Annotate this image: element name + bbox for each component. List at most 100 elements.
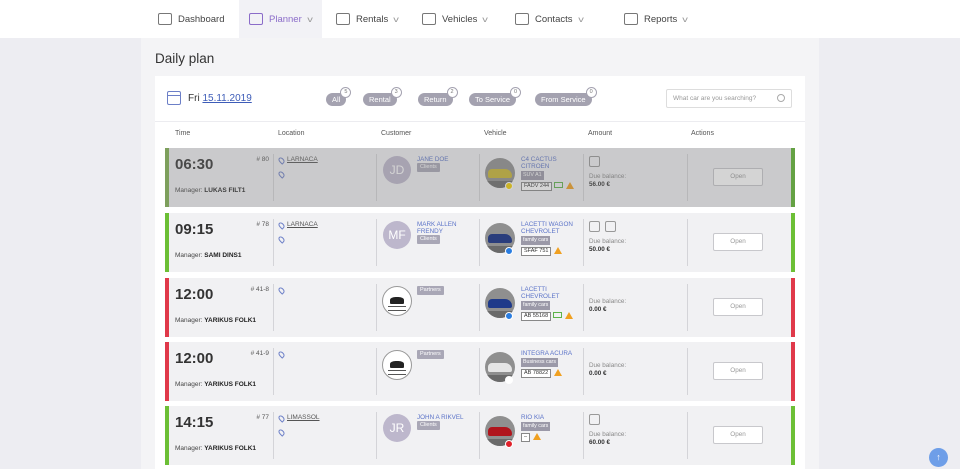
chevron-down-icon: v <box>682 14 689 24</box>
divider <box>687 348 688 395</box>
vehicle-info[interactable]: RIO KIA family cars – <box>521 414 579 442</box>
vehicle-plate-line: AB 78822 <box>521 367 579 378</box>
chevron-down-icon: v <box>393 14 400 24</box>
vehicle-info[interactable]: LACETTI WAGON CHEVROLET family cars SFAF 7… <box>521 221 579 256</box>
location-link[interactable]: LARNACA <box>287 221 318 228</box>
filter-rental[interactable]: Rental 3 <box>363 87 402 106</box>
customer-avatar: MF <box>383 221 411 249</box>
customer-info[interactable]: JOHN A RIKVEL Clients <box>417 414 477 430</box>
payment-icon <box>589 414 600 425</box>
manager-name: YARIKUS FOLK1 <box>204 381 257 388</box>
filter-label: From Service <box>541 95 586 104</box>
row-number: # 80 <box>256 156 269 163</box>
plan-row[interactable]: 06:30 # 80 Manager: LUKAS FILT1 LARNACA JD JA… <box>165 148 795 207</box>
chevron-down-icon: v <box>306 14 313 24</box>
car-body <box>488 299 512 308</box>
fuel-status-dot <box>505 440 513 448</box>
customer-info[interactable]: Partners <box>417 286 477 295</box>
due-balance: Due balance: 50.00 € <box>589 238 626 254</box>
nav-vehicles[interactable]: Vehicles v <box>412 0 497 38</box>
filter-all[interactable]: All 5 <box>326 87 352 106</box>
nav-rentals[interactable]: Rentals v <box>326 0 408 38</box>
vehicle-name[interactable]: C4 CACTUS CITROEN <box>521 156 579 170</box>
plan-row[interactable]: 12:00 # 41-8 Manager: YARIKUS FOLK1 Partner… <box>165 278 795 337</box>
vehicle-name[interactable]: INTEGRA ACURA <box>521 350 579 357</box>
column-header-vehicle: Vehicle <box>484 130 507 137</box>
plan-row[interactable]: 12:00 # 41-9 Manager: YARIKUS FOLK1 Partner… <box>165 342 795 401</box>
vehicle-info[interactable]: INTEGRA ACURA Business cars AB 78822 <box>521 350 579 378</box>
customer-name[interactable]: JOHN A RIKVEL <box>417 414 477 421</box>
condition-icon <box>554 182 564 189</box>
location-pin-icon <box>277 221 286 230</box>
customer-info[interactable]: MARK ALLEN FRENDY Clients <box>417 221 477 244</box>
date-label: Fri 15.11.2019 <box>188 93 252 104</box>
divider <box>479 284 480 331</box>
row-number: # 41-8 <box>250 286 269 293</box>
divider <box>376 412 377 459</box>
page-title: Daily plan <box>155 51 215 66</box>
column-header-customer: Customer <box>381 130 412 137</box>
divider <box>583 154 584 201</box>
manager-name: YARIKUS FOLK1 <box>204 317 257 324</box>
filter-count-badge: 3 <box>390 87 402 98</box>
open-button[interactable]: Open <box>713 362 763 380</box>
manager-name: SAMI DINS1 <box>204 252 242 259</box>
divider <box>687 219 688 266</box>
filter-count-badge: 0 <box>510 87 522 98</box>
vehicle-plate-line: – <box>521 431 579 442</box>
customer-type-badge: Clients <box>417 235 440 244</box>
status-bar-left <box>165 148 169 207</box>
car-icon <box>422 13 436 25</box>
divider <box>583 412 584 459</box>
filter-count-badge: 5 <box>340 87 352 98</box>
filter-bar: Fri 15.11.2019 All 5 Rental 3 Return 2 To Serv… <box>155 76 805 122</box>
vehicle-plate-line: FADV 244 <box>521 180 579 191</box>
customer-info[interactable]: Partners <box>417 350 477 359</box>
vehicle-name[interactable]: LACETTI WAGON CHEVROLET <box>521 221 579 235</box>
divider <box>687 412 688 459</box>
vehicle-name[interactable]: RIO KIA <box>521 414 579 421</box>
plan-row[interactable]: 09:15 # 78 Manager: SAMI DINS1 LARNACA MF MAR… <box>165 213 795 272</box>
vehicle-name[interactable]: LACETTI CHEVROLET <box>521 286 579 300</box>
manager-label: Manager: <box>175 445 203 452</box>
car-body <box>488 169 512 178</box>
status-bar-right <box>791 148 795 207</box>
nav-reports[interactable]: Reports v <box>614 0 697 38</box>
location-link[interactable]: LIMASSOL <box>287 414 320 421</box>
open-button[interactable]: Open <box>713 426 763 444</box>
filter-from-service[interactable]: From Service 0 <box>535 87 597 106</box>
date-weekday: Fri <box>188 93 200 104</box>
customer-type-badge: Partners <box>417 286 444 295</box>
warning-icon <box>533 432 542 440</box>
plan-row[interactable]: 14:15 # 77 Manager: YARIKUS FOLK1 LIMASSOL J… <box>165 406 795 465</box>
open-button[interactable]: Open <box>713 298 763 316</box>
nav-dashboard[interactable]: Dashboard <box>148 0 234 38</box>
vehicle-plate-line: AB 55168 <box>521 310 579 321</box>
open-button[interactable]: Open <box>713 233 763 251</box>
vehicle-photo <box>485 158 515 188</box>
vehicle-category-badge: family cars <box>521 301 551 310</box>
search-icon[interactable] <box>777 94 785 102</box>
nav-contacts[interactable]: Contacts v <box>505 0 593 38</box>
filter-to-service[interactable]: To Service 0 <box>469 87 522 106</box>
location-pin-icon <box>277 235 286 244</box>
vehicle-info[interactable]: LACETTI CHEVROLET family cars AB 55168 <box>521 286 579 321</box>
location-link[interactable]: LARNACA <box>287 156 318 163</box>
status-bar-right <box>791 278 795 337</box>
date-link[interactable]: 15.11.2019 <box>202 93 251 104</box>
customer-avatar: JR <box>383 414 411 442</box>
search-input[interactable]: What car are you searching? <box>666 89 792 108</box>
customer-info[interactable]: JANE DOE Clients <box>417 156 477 172</box>
divider <box>273 412 274 459</box>
vehicle-info[interactable]: C4 CACTUS CITROEN SUV A1 FADV 244 <box>521 156 579 191</box>
manager-label: Manager: <box>175 187 203 194</box>
nav-planner[interactable]: Planner v <box>239 0 322 38</box>
calendar-icon[interactable] <box>167 91 181 105</box>
due-label: Due balance: <box>589 298 627 305</box>
contacts-icon <box>515 13 529 25</box>
scroll-top-button[interactable]: ↑ <box>929 448 948 467</box>
customer-name[interactable]: MARK ALLEN FRENDY <box>417 221 477 235</box>
license-plate: – <box>521 433 531 442</box>
filter-return[interactable]: Return 2 <box>418 87 458 106</box>
customer-name[interactable]: JANE DOE <box>417 156 477 163</box>
